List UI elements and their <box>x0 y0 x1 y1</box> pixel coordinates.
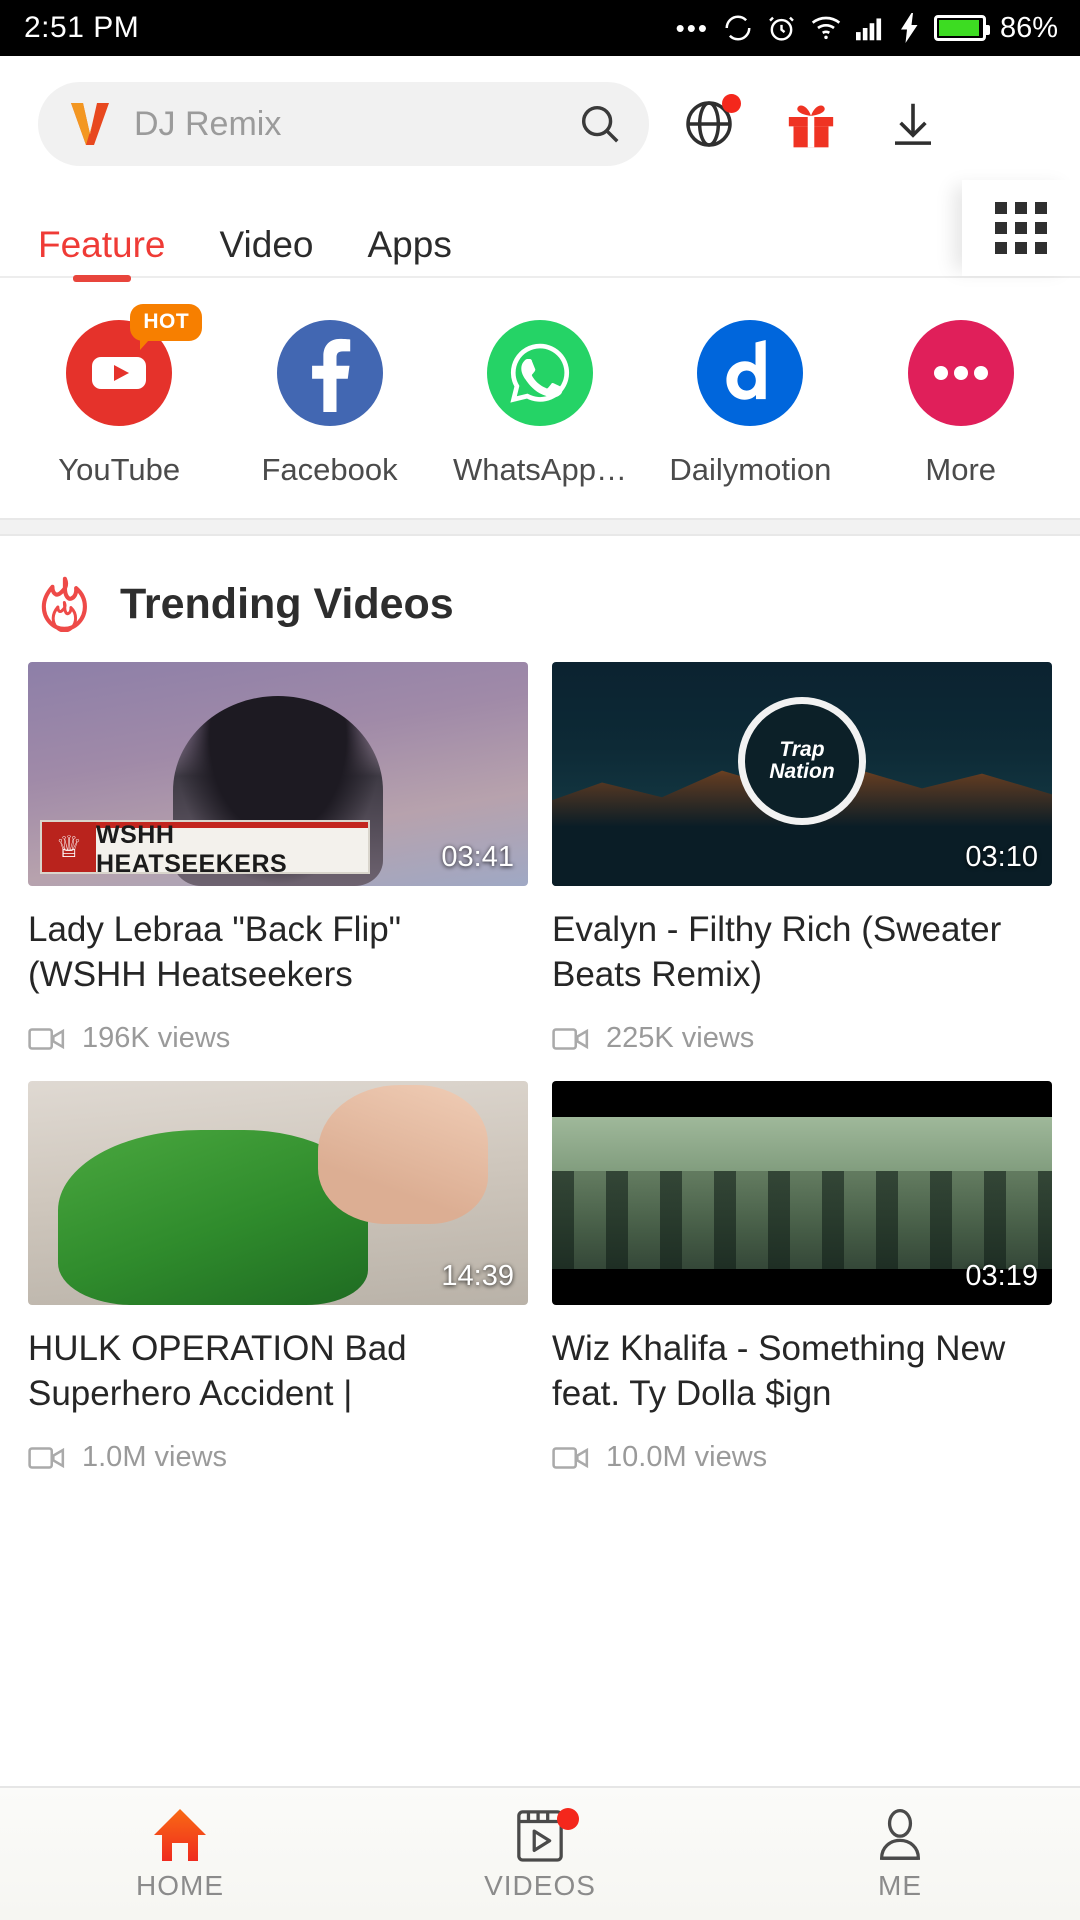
more-dots-icon: ••• <box>675 13 709 43</box>
person-icon <box>874 1806 926 1864</box>
facebook-icon <box>276 320 383 426</box>
whatsapp-icon <box>486 320 593 426</box>
wshh-banner-text: WSHH HEATSEEKERS <box>96 821 368 878</box>
status-bar-time: 2:51 PM <box>24 11 140 44</box>
video-duration: 03:19 <box>965 1260 1038 1292</box>
status-bar-icons: ••• 86% <box>676 12 1058 45</box>
nav-label: ME <box>878 1870 922 1901</box>
vidmate-v-logo <box>71 103 109 145</box>
quick-apps-row: HOT YouTube Facebook WhatsApp… Dailymoti… <box>0 304 1080 488</box>
video-meta: 1.0M views <box>28 1441 528 1474</box>
video-thumbnail[interactable]: 14:39 <box>28 1081 528 1305</box>
video-thumbnail[interactable]: ♕ WSHH HEATSEEKERS 03:41 <box>28 662 528 886</box>
gift-icon[interactable] <box>783 96 839 152</box>
app-label: YouTube <box>58 452 181 487</box>
video-duration: 14:39 <box>441 1260 514 1292</box>
video-views: 225K views <box>606 1022 755 1054</box>
video-meta: 10.0M views <box>552 1441 1052 1474</box>
signal-icon <box>855 15 886 41</box>
video-camera-icon <box>552 1027 589 1050</box>
alarm-icon <box>767 14 796 43</box>
nav-label: HOME <box>136 1870 224 1901</box>
tab-apps[interactable]: Apps <box>367 224 451 276</box>
search-input[interactable] <box>134 104 577 144</box>
video-duration: 03:41 <box>441 841 514 873</box>
video-camera-icon <box>28 1027 65 1050</box>
video-card[interactable]: ♕ WSHH HEATSEEKERS 03:41 Lady Lebraa "Ba… <box>28 662 528 1055</box>
app-dailymotion[interactable]: Dailymotion <box>657 320 843 488</box>
tab-feature[interactable]: Feature <box>38 224 166 276</box>
globe-badge-dot <box>722 94 741 113</box>
video-meta: 196K views <box>28 1022 528 1055</box>
video-card[interactable]: 03:19 Wiz Khalifa - Something New feat. … <box>552 1081 1052 1474</box>
sync-icon <box>723 13 753 43</box>
video-title: Lady Lebraa "Back Flip" (WSHH Heatseeker… <box>28 910 402 994</box>
thumbnail-artwork-secondary <box>318 1085 488 1225</box>
nav-item-videos[interactable]: VIDEOS <box>360 1788 720 1920</box>
bottom-navigation: HOME VIDEOS ME <box>0 1786 1080 1920</box>
top-bar <box>0 56 1080 180</box>
nav-item-me[interactable]: ME <box>720 1788 1080 1920</box>
status-bar: 2:51 PM ••• 86% <box>0 0 1080 56</box>
video-views: 1.0M views <box>82 1441 228 1473</box>
flame-icon <box>41 576 87 632</box>
video-views: 196K views <box>82 1022 231 1054</box>
app-whatsapp[interactable]: WhatsApp… <box>447 320 633 488</box>
wifi-icon <box>810 15 842 41</box>
app-facebook[interactable]: Facebook <box>237 320 423 488</box>
app-youtube[interactable]: HOT YouTube <box>26 304 212 488</box>
grid-menu-icon <box>995 202 1047 254</box>
video-card[interactable]: Trap Nation 03:10 Evalyn - Filthy Rich (… <box>552 662 1052 1055</box>
nav-label: VIDEOS <box>484 1870 596 1901</box>
tab-bar: Feature Video Apps <box>0 180 1080 276</box>
nav-item-home[interactable]: HOME <box>0 1788 360 1920</box>
video-meta: 225K views <box>552 1022 1052 1055</box>
globe-icon[interactable] <box>681 94 741 152</box>
video-card[interactable]: 14:39 HULK OPERATION Bad Superhero Accid… <box>28 1081 528 1474</box>
app-label: WhatsApp… <box>452 452 627 487</box>
video-thumbnail[interactable]: Trap Nation 03:10 <box>552 662 1052 886</box>
video-duration: 03:10 <box>965 841 1038 873</box>
search-icon[interactable] <box>577 101 623 147</box>
crown-icon: ♕ <box>42 822 96 872</box>
grid-menu-button[interactable] <box>962 180 1080 276</box>
youtube-icon: HOT <box>66 304 203 426</box>
app-label: Dailymotion <box>669 452 832 487</box>
trending-header: Trending Videos <box>0 536 1080 662</box>
battery-icon <box>933 15 990 41</box>
more-dots-icon <box>907 320 1014 426</box>
hot-badge: HOT <box>130 304 203 350</box>
video-grid: ♕ WSHH HEATSEEKERS 03:41 Lady Lebraa "Ba… <box>0 662 1080 1474</box>
videos-badge-dot <box>557 1808 579 1830</box>
video-camera-icon <box>28 1446 65 1469</box>
wshh-banner: ♕ WSHH HEATSEEKERS <box>40 820 370 878</box>
home-icon <box>150 1806 210 1864</box>
videos-icon <box>515 1806 579 1864</box>
app-label: More <box>925 452 997 487</box>
video-title: Evalyn - Filthy Rich (Sweater Beats Remi… <box>552 910 1002 994</box>
video-camera-icon <box>552 1446 589 1469</box>
app-label: Facebook <box>261 452 398 487</box>
dailymotion-icon <box>697 320 804 426</box>
search-bar[interactable] <box>38 82 649 166</box>
video-thumbnail[interactable]: 03:19 <box>552 1081 1052 1305</box>
charging-icon <box>900 13 920 43</box>
trap-nation-logo: Trap Nation <box>738 696 866 825</box>
battery-percent: 86% <box>999 11 1058 44</box>
top-actions <box>681 94 941 152</box>
app-more[interactable]: More <box>868 320 1054 488</box>
thumbnail-artwork-secondary <box>552 1170 1052 1270</box>
video-views: 10.0M views <box>606 1441 768 1473</box>
download-icon[interactable] <box>885 96 941 152</box>
tab-video[interactable]: Video <box>220 224 314 276</box>
page-title: Trending Videos <box>120 579 454 628</box>
video-title: HULK OPERATION Bad Superhero Accident | <box>28 1329 407 1413</box>
section-divider <box>0 518 1080 536</box>
video-title: Wiz Khalifa - Something New feat. Ty Dol… <box>552 1329 1006 1413</box>
quick-apps-section: HOT YouTube Facebook WhatsApp… Dailymoti… <box>0 276 1080 518</box>
